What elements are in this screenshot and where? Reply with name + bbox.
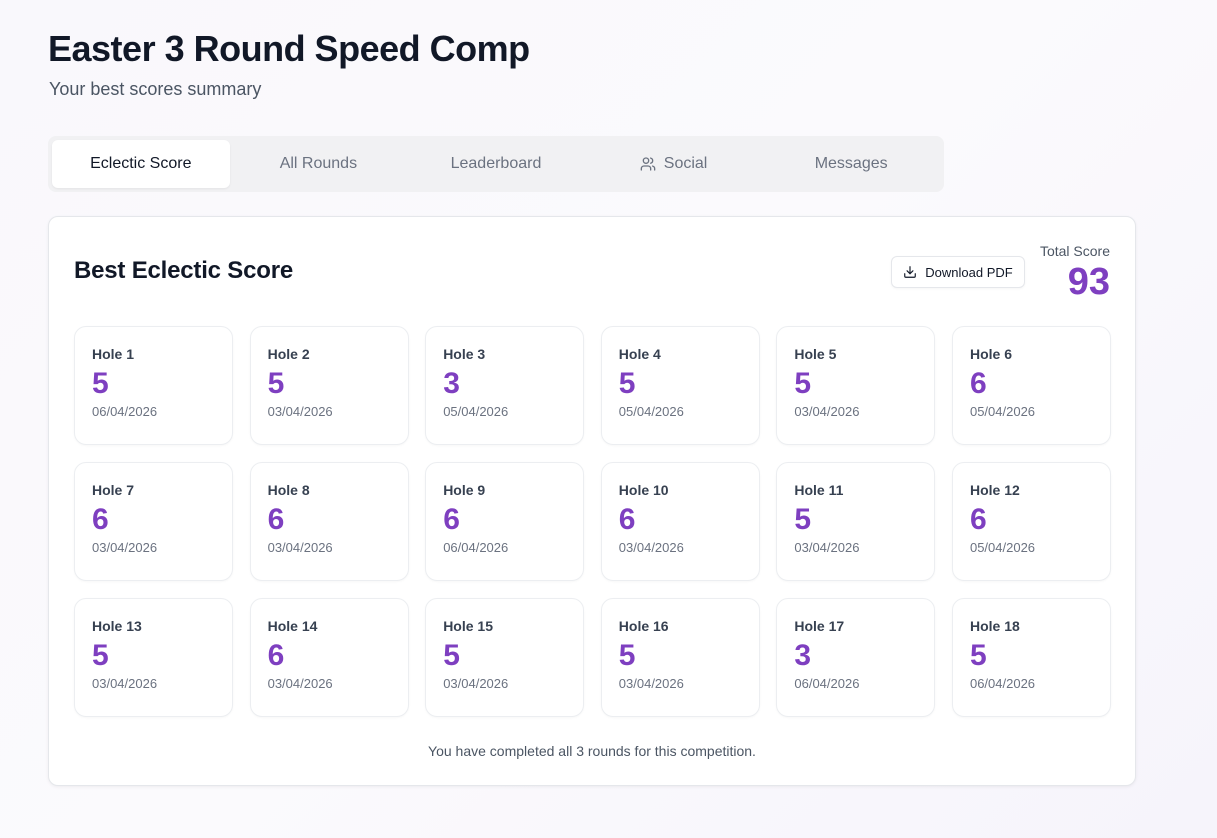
- tab-label: Social: [663, 155, 708, 172]
- hole-label: Hole 16: [618, 618, 669, 634]
- hole-score: 5: [794, 367, 812, 400]
- hole-score: 3: [794, 639, 812, 672]
- hole-card-4: Hole 4 5 05/04/2026: [600, 326, 760, 445]
- hole-label: Hole 4: [618, 346, 661, 362]
- hole-label: Hole 1: [92, 346, 135, 362]
- hole-date: 03/04/2026: [267, 676, 333, 691]
- tab-social[interactable]: Social: [585, 140, 763, 188]
- hole-card-11: Hole 11 5 03/04/2026: [776, 462, 936, 581]
- hole-score: 6: [969, 503, 987, 536]
- tab-label: Leaderboard: [450, 155, 542, 172]
- hole-date: 05/04/2026: [443, 404, 509, 419]
- hole-grid: Hole 1 5 06/04/2026 Hole 2 5 03/04/2026 Hole…: [74, 326, 1111, 717]
- hole-score: 6: [618, 503, 636, 536]
- tab-leaderboard[interactable]: Leaderboard: [407, 140, 585, 188]
- hole-date: 03/04/2026: [92, 540, 158, 555]
- hole-date: 03/04/2026: [618, 540, 684, 555]
- users-icon: [640, 156, 656, 172]
- hole-score: 5: [618, 367, 636, 400]
- hole-card-17: Hole 17 3 06/04/2026: [776, 598, 936, 717]
- tab-eclectic-score[interactable]: Eclectic Score: [52, 140, 230, 188]
- hole-label: Hole 2: [267, 346, 310, 362]
- hole-score: 5: [92, 639, 109, 672]
- hole-card-18: Hole 18 5 06/04/2026: [951, 598, 1111, 717]
- hole-card-6: Hole 6 6 05/04/2026: [951, 326, 1111, 445]
- download-pdf-label: Download PDF: [925, 264, 1013, 280]
- hole-date: 05/04/2026: [969, 404, 1036, 419]
- eclectic-score-card: Best Eclectic Score Download PDF Total S…: [48, 216, 1136, 786]
- tab-bar: Eclectic Score All Rounds Leaderboard So…: [48, 136, 944, 192]
- hole-label: Hole 18: [969, 618, 1020, 634]
- completion-note: You have completed all 3 rounds for this…: [428, 743, 756, 759]
- hole-date: 06/04/2026: [443, 540, 509, 555]
- hole-score: 6: [443, 503, 460, 536]
- card-title: Best Eclectic Score: [74, 257, 293, 284]
- tab-messages[interactable]: Messages: [762, 140, 940, 188]
- hole-card-7: Hole 7 6 03/04/2026: [74, 462, 233, 581]
- hole-score: 5: [267, 367, 285, 400]
- hole-label: Hole 17: [794, 618, 845, 634]
- hole-label: Hole 3: [443, 346, 486, 362]
- hole-date: 03/04/2026: [267, 404, 333, 419]
- hole-date: 03/04/2026: [618, 676, 684, 691]
- hole-score: 6: [969, 367, 987, 400]
- hole-label: Hole 12: [969, 482, 1020, 498]
- hole-score: 5: [443, 639, 460, 672]
- page-subtitle: Your best scores summary: [49, 79, 262, 99]
- hole-card-15: Hole 15 5 03/04/2026: [425, 598, 585, 717]
- hole-card-5: Hole 5 5 03/04/2026: [776, 326, 936, 445]
- hole-score: 5: [618, 639, 636, 672]
- hole-date: 05/04/2026: [618, 404, 684, 419]
- total-score-label: Total Score: [1039, 243, 1110, 259]
- hole-date: 03/04/2026: [92, 676, 158, 691]
- hole-score: 3: [443, 367, 460, 400]
- download-icon: [903, 265, 917, 279]
- hole-score: 6: [92, 503, 109, 536]
- hole-label: Hole 8: [267, 482, 310, 498]
- hole-card-8: Hole 8 6 03/04/2026: [249, 462, 409, 581]
- hole-card-9: Hole 9 6 06/04/2026: [425, 462, 585, 581]
- hole-date: 05/04/2026: [969, 540, 1036, 555]
- hole-date: 03/04/2026: [794, 404, 860, 419]
- hole-label: Hole 13: [92, 618, 142, 634]
- hole-label: Hole 10: [618, 482, 669, 498]
- hole-score: 6: [267, 639, 285, 672]
- hole-card-3: Hole 3 3 05/04/2026: [425, 326, 585, 445]
- hole-label: Hole 11: [794, 482, 844, 498]
- hole-score: 5: [92, 367, 109, 400]
- hole-card-13: Hole 13 5 03/04/2026: [74, 598, 233, 717]
- tab-label: All Rounds: [279, 155, 358, 172]
- hole-card-1: Hole 1 5 06/04/2026: [74, 326, 233, 445]
- total-score-value: 93: [1067, 261, 1110, 303]
- hole-date: 03/04/2026: [443, 676, 509, 691]
- hole-card-14: Hole 14 6 03/04/2026: [249, 598, 409, 717]
- hole-card-10: Hole 10 6 03/04/2026: [600, 462, 760, 581]
- download-pdf-button[interactable]: Download PDF: [891, 256, 1025, 288]
- hole-score: 5: [969, 639, 987, 672]
- tab-label: Eclectic Score: [90, 155, 192, 172]
- page: Easter 3 Round Speed Comp Your best scor…: [0, 0, 1217, 838]
- hole-label: Hole 5: [794, 346, 837, 362]
- tab-all-rounds[interactable]: All Rounds: [230, 140, 408, 188]
- hole-date: 06/04/2026: [92, 404, 158, 419]
- tab-label: Messages: [814, 155, 888, 172]
- hole-date: 03/04/2026: [267, 540, 333, 555]
- hole-date: 06/04/2026: [794, 676, 860, 691]
- hole-card-16: Hole 16 5 03/04/2026: [600, 598, 760, 717]
- hole-label: Hole 7: [92, 482, 135, 498]
- hole-date: 06/04/2026: [969, 676, 1036, 691]
- hole-date: 03/04/2026: [794, 540, 860, 555]
- hole-score: 6: [267, 503, 285, 536]
- hole-card-12: Hole 12 6 05/04/2026: [951, 462, 1111, 581]
- hole-label: Hole 9: [443, 482, 486, 498]
- hole-label: Hole 14: [267, 618, 318, 634]
- hole-score: 5: [794, 503, 812, 536]
- page-title: Easter 3 Round Speed Comp: [48, 28, 530, 69]
- hole-label: Hole 6: [969, 346, 1012, 362]
- hole-label: Hole 15: [443, 618, 493, 634]
- hole-card-2: Hole 2 5 03/04/2026: [249, 326, 409, 445]
